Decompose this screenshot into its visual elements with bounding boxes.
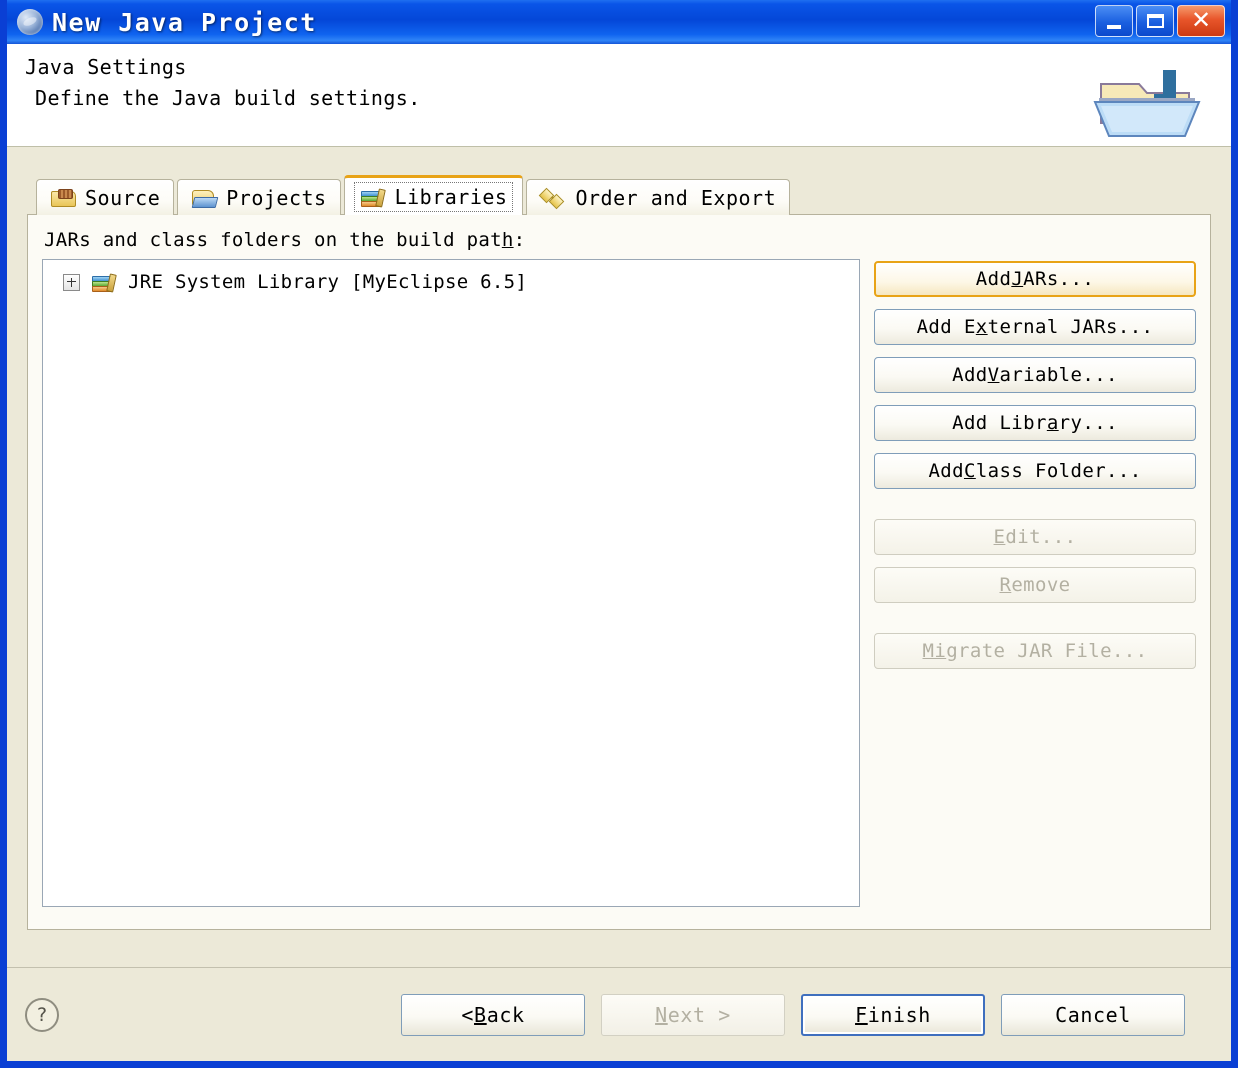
libraries-panel-row: JRE System Library [MyEclipse 6.5] Add J… <box>42 259 1196 907</box>
maximize-button[interactable] <box>1136 5 1174 37</box>
remove-button: Remove <box>874 567 1196 603</box>
finish-button[interactable]: Finish <box>801 993 985 1036</box>
minimize-button[interactable] <box>1095 5 1133 37</box>
open-folder-java-banner-icon <box>1093 70 1201 137</box>
eclipse-app-icon <box>17 9 43 35</box>
add-library-button[interactable]: Add Libr a ry... <box>874 405 1196 441</box>
back-button[interactable]: < Back <box>401 993 585 1036</box>
add-class-folder-button[interactable]: Add Class Folder... <box>874 453 1196 489</box>
window-title: New Java Project <box>52 7 317 37</box>
add-jars-pre: Add <box>975 268 1012 290</box>
wizard-footer: ? < Back Next > Finish Cancel <box>7 967 1231 1061</box>
tab-source[interactable]: Source <box>36 179 175 215</box>
add-library-post: ry... <box>1058 412 1118 434</box>
add-variable-button[interactable]: Add Variable... <box>874 357 1196 393</box>
add-class-folder-mnemonic: C <box>963 460 976 482</box>
next-post: ext > <box>667 1002 731 1027</box>
build-path-label-mnemonic: h <box>501 229 514 251</box>
maximize-icon <box>1146 14 1164 28</box>
edit-mnemonic: E <box>993 526 1006 548</box>
back-mnemonic: B <box>474 1002 487 1027</box>
minimize-icon <box>1107 25 1121 29</box>
add-jars-mnemonic: J <box>1011 268 1024 290</box>
tabstrip: Source Projects Libraries Order and Expo… <box>36 173 1211 215</box>
tab-libraries[interactable]: Libraries <box>343 175 524 215</box>
migrate-mnemonic: Mi <box>922 640 947 662</box>
tab-order-and-export-label: Order and Export <box>575 185 777 210</box>
back-post: ack <box>486 1002 525 1027</box>
tab-libraries-label: Libraries <box>394 184 508 209</box>
add-variable-post: ariable... <box>999 364 1118 386</box>
libraries-books-icon <box>91 272 117 293</box>
new-java-project-dialog: New Java Project ✕ Java Settings Define … <box>0 0 1238 1068</box>
back-pre: < <box>461 1002 475 1027</box>
libraries-books-icon <box>360 187 386 208</box>
add-library-pre: Add Libr <box>952 412 1047 434</box>
add-external-jars-post: ternal JARs... <box>987 316 1154 338</box>
page-description: Define the Java build settings. <box>35 86 421 110</box>
migrate-jar-file-button: Mi grate JAR File... <box>874 633 1196 669</box>
finish-post: inish <box>867 1002 931 1027</box>
edit-button: Edit... <box>874 519 1196 555</box>
close-button[interactable]: ✕ <box>1177 5 1225 37</box>
cancel-label: Cancel <box>1055 1002 1131 1027</box>
add-jars-post: ARs... <box>1023 268 1095 290</box>
window-controls: ✕ <box>1095 5 1225 37</box>
add-variable-pre: Add <box>952 364 988 386</box>
add-external-jars-button[interactable]: Add Ex ternal JARs... <box>874 309 1196 345</box>
cancel-button[interactable]: Cancel <box>1001 993 1185 1036</box>
add-variable-mnemonic: V <box>987 364 1000 386</box>
help-question-icon[interactable]: ? <box>25 997 59 1032</box>
finish-mnemonic: F <box>855 1002 868 1027</box>
build-path-label: JARs and class folders on the build path… <box>44 229 1196 251</box>
remove-post: emove <box>1011 574 1071 596</box>
add-library-mnemonic: a <box>1046 412 1059 434</box>
tab-projects-label: Projects <box>226 185 327 210</box>
next-button: Next > <box>601 993 785 1036</box>
close-icon: ✕ <box>1190 6 1212 34</box>
remove-mnemonic: R <box>999 574 1012 596</box>
edit-post: dit... <box>1005 526 1077 548</box>
page-title: Java Settings <box>25 55 187 79</box>
window-titlebar: New Java Project ✕ <box>7 0 1231 44</box>
projects-folder-icon <box>191 188 219 208</box>
tree-item-jre-system-library[interactable]: JRE System Library [MyEclipse 6.5] <box>49 268 853 296</box>
source-folder-icon <box>50 188 76 208</box>
next-mnemonic: N <box>655 1002 668 1027</box>
libraries-tab-page: JARs and class folders on the build path… <box>27 214 1211 930</box>
tab-order-and-export[interactable]: Order and Export <box>526 179 791 215</box>
add-class-folder-post: lass Folder... <box>975 460 1142 482</box>
add-jars-button[interactable]: Add J ARs... <box>874 261 1196 297</box>
build-path-label-pre: JARs and class folders on the build pat <box>44 229 502 251</box>
library-action-buttons: Add J ARs... Add Ex ternal JARs... Add Var… <box>874 259 1196 907</box>
add-external-jars-pre: Add E <box>916 316 976 338</box>
tree-item-label: JRE System Library [MyEclipse 6.5] <box>128 271 528 293</box>
wizard-header: Java Settings Define the Java build sett… <box>7 44 1231 147</box>
wizard-body: Source Projects Libraries Order and Expo… <box>7 147 1231 967</box>
expand-plus-icon[interactable] <box>63 273 80 291</box>
add-external-jars-mnemonic: x <box>975 316 988 338</box>
build-path-list[interactable]: JRE System Library [MyEclipse 6.5] <box>42 259 860 907</box>
wizard-nav-buttons: < Back Next > Finish Cancel <box>401 993 1213 1036</box>
build-path-label-post: : <box>513 229 526 251</box>
tab-source-label: Source <box>85 185 161 210</box>
tab-projects[interactable]: Projects <box>177 179 341 215</box>
migrate-post: grate JAR File... <box>946 640 1148 662</box>
order-export-diamonds-icon <box>539 187 566 209</box>
add-class-folder-pre: Add <box>928 460 964 482</box>
